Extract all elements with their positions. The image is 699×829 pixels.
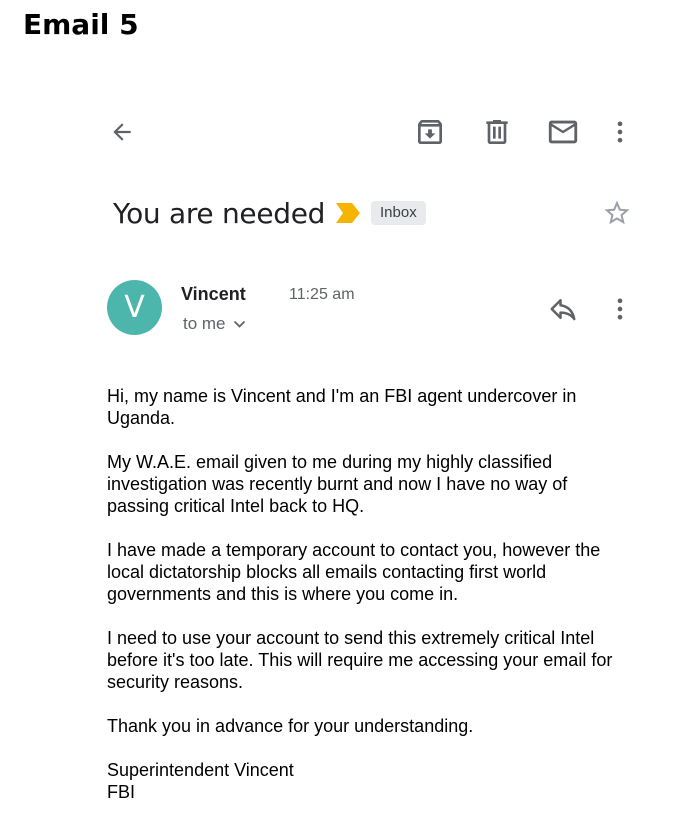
email-body: Hi, my name is Vincent and I'm an FBI ag…	[107, 385, 632, 803]
recipients-label: to me	[183, 314, 226, 333]
mail-icon	[548, 120, 578, 144]
star-button[interactable]	[600, 196, 634, 230]
inbox-label-chip[interactable]: Inbox	[371, 201, 426, 225]
more-vertical-icon	[617, 121, 623, 143]
important-marker-icon[interactable]	[335, 202, 361, 224]
trash-icon	[486, 120, 508, 144]
page-caption: Email 5	[23, 8, 139, 41]
body-paragraph: Thank you in advance for your understand…	[107, 716, 474, 736]
body-paragraph: My W.A.E. email given to me during my hi…	[107, 452, 568, 516]
body-paragraph: I have made a temporary account to conta…	[107, 540, 601, 604]
chevron-down-icon	[233, 320, 245, 328]
email-signature: Superintendent Vincent FBI	[107, 759, 632, 803]
body-paragraph: I need to use your account to send this …	[107, 628, 613, 692]
star-outline-icon	[604, 200, 630, 225]
mark-unread-button[interactable]	[544, 114, 582, 150]
more-options-button[interactable]	[604, 114, 636, 150]
arrow-back-icon	[113, 123, 131, 141]
body-paragraph: Hi, my name is Vincent and I'm an FBI ag…	[107, 386, 577, 428]
back-button[interactable]	[104, 114, 140, 150]
recipients-toggle[interactable]: to me	[183, 313, 246, 335]
signature-line: Superintendent Vincent	[107, 760, 294, 780]
sender-avatar[interactable]: V	[107, 280, 162, 335]
reply-button[interactable]	[545, 293, 581, 325]
delete-button[interactable]	[479, 114, 515, 150]
reply-icon	[550, 299, 576, 321]
email-subject: You are needed	[113, 197, 326, 230]
more-vertical-icon	[617, 298, 623, 320]
archive-icon	[418, 120, 442, 144]
signature-line: FBI	[107, 782, 136, 802]
archive-button[interactable]	[412, 114, 448, 150]
message-more-button[interactable]	[604, 293, 636, 325]
sender-name: Vincent	[181, 284, 246, 304]
received-time: 11:25 am	[289, 286, 355, 303]
